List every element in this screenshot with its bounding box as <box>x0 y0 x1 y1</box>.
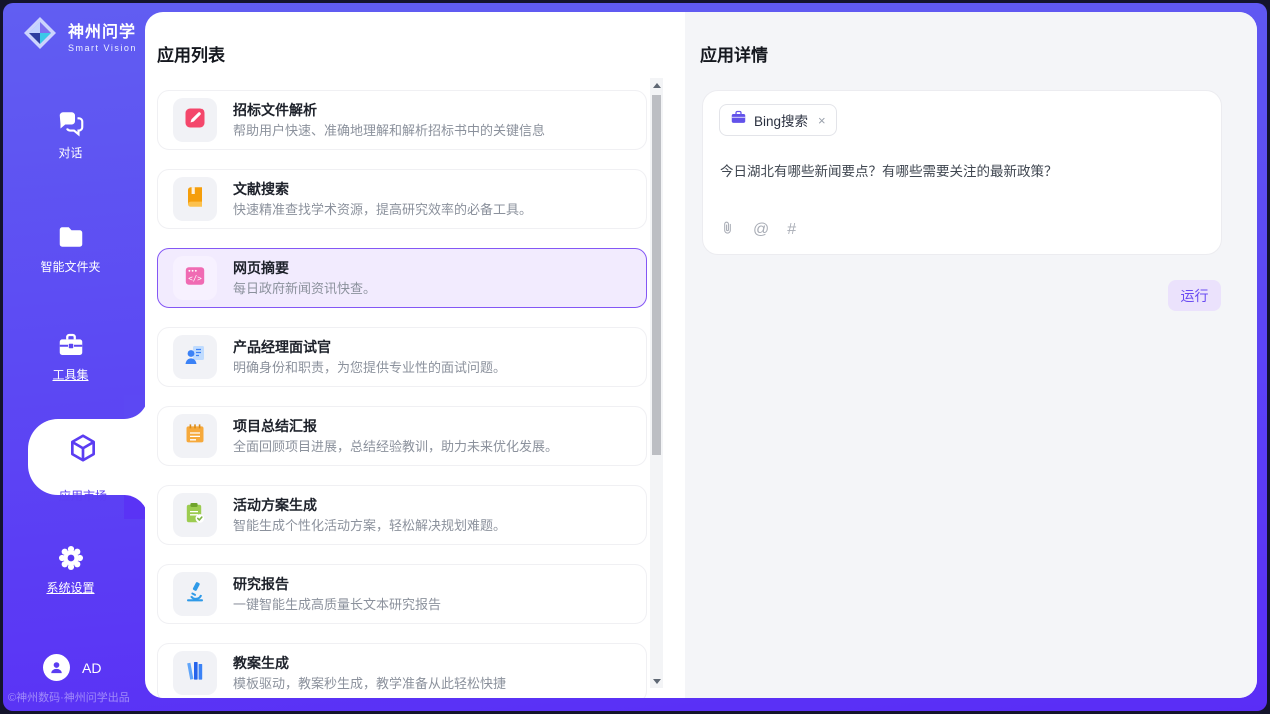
input-toolbar: @ # <box>720 219 796 241</box>
sidebar-item-settings[interactable]: 系统设置 <box>3 543 138 597</box>
app-detail-title: 应用详情 <box>685 12 1257 66</box>
sidebar-item-label: 系统设置 <box>46 579 94 596</box>
app-card-description: 明确身份和职责，为您提供专业性的面试问题。 <box>233 361 506 374</box>
avatar <box>43 654 70 681</box>
paperclip-icon[interactable] <box>720 219 735 241</box>
app-card[interactable]: </> 网页摘要 每日政府新闻资讯快查。 <box>157 248 647 308</box>
app-detail-section: 应用详情 Bing搜索 × 今日湖北有哪些新闻要点？有哪些需要关注的最新政策？ <box>685 12 1257 698</box>
book-icon <box>183 185 207 214</box>
app-card[interactable]: 产品经理面试官 明确身份和职责，为您提供专业性的面试问题。 <box>157 327 647 387</box>
app-window: 神州问学 Smart Vision 对话 智能文件夹 <box>3 3 1267 711</box>
app-card-description: 快速精准查找学术资源，提高研究效率的必备工具。 <box>233 203 532 216</box>
sidebar-item-smart-folder[interactable]: 智能文件夹 <box>3 222 138 276</box>
app-icon-box <box>173 572 217 616</box>
sidebar-item-label: 工具集 <box>52 366 88 383</box>
app-card-description: 帮助用户快速、准确地理解和解析招标书中的关键信息 <box>233 124 545 137</box>
sidebar-item-toolset[interactable]: 工具集 <box>3 330 138 384</box>
app-card[interactable]: 项目总结汇报 全面回顾项目进展，总结经验教训，助力未来优化发展。 <box>157 406 647 466</box>
app-card-title: 教案生成 <box>233 656 506 670</box>
scroll-down-button[interactable] <box>650 674 663 688</box>
app-card[interactable]: 招标文件解析 帮助用户快速、准确地理解和解析招标书中的关键信息 <box>157 90 647 150</box>
app-card-description: 全面回顾项目进展，总结经验教训，助力未来优化发展。 <box>233 440 558 453</box>
scroll-up-button[interactable] <box>650 78 663 92</box>
app-card-description: 一键智能生成高质量长文本研究报告 <box>233 598 441 611</box>
app-icon-box <box>173 651 217 695</box>
brand-logo: 神州问学 Smart Vision <box>20 13 137 58</box>
tool-tag-label: Bing搜索 <box>754 110 808 130</box>
app-card-title: 产品经理面试官 <box>233 340 506 354</box>
main-panel: 应用列表 招标文件解析 帮助用户快速、准确地理解和解析招标书中的关键信息 文献搜… <box>145 12 1257 698</box>
app-card-title: 招标文件解析 <box>233 103 545 117</box>
app-icon-box <box>173 493 217 537</box>
sidebar-item-label: 对话 <box>58 144 82 161</box>
user-initials: AD <box>82 660 101 676</box>
brand-name: 神州问学 <box>68 18 137 42</box>
app-card-list: 招标文件解析 帮助用户快速、准确地理解和解析招标书中的关键信息 文献搜索 快速精… <box>145 90 685 698</box>
sidebar-item-label: 智能文件夹 <box>40 258 100 275</box>
app-card-title: 文献搜索 <box>233 182 532 196</box>
app-card[interactable]: 活动方案生成 智能生成个性化活动方案，轻松解决规划难题。 <box>157 485 647 545</box>
cube-icon <box>28 432 138 464</box>
app-icon-box: </> <box>173 256 217 300</box>
user-account[interactable]: AD <box>43 654 101 681</box>
chat-icon <box>3 108 138 138</box>
app-icon-box <box>173 98 217 142</box>
note-icon <box>183 422 207 451</box>
app-card-description: 智能生成个性化活动方案，轻松解决规划难题。 <box>233 519 506 532</box>
app-card-title: 项目总结汇报 <box>233 419 558 433</box>
list-scrollbar[interactable] <box>650 78 663 688</box>
diamond-logo-icon <box>20 13 60 58</box>
app-icon-box <box>173 177 217 221</box>
app-card-title: 活动方案生成 <box>233 498 506 512</box>
app-card-title: 研究报告 <box>233 577 441 591</box>
app-list-title: 应用列表 <box>145 12 685 66</box>
svg-text:</>: </> <box>188 274 202 283</box>
books-icon <box>183 659 207 688</box>
sidebar-item-label: 应用市场 <box>59 487 107 504</box>
close-icon[interactable]: × <box>818 113 826 128</box>
copyright-text: ©神州数码·神州问学出品 <box>8 689 130 705</box>
at-icon[interactable]: @ <box>753 222 769 238</box>
folder-icon <box>3 222 138 252</box>
tool-tag-bing-search[interactable]: Bing搜索 × <box>719 104 837 136</box>
clipboard-check-icon <box>183 501 207 530</box>
toolbox-icon <box>3 330 138 360</box>
app-card[interactable]: 教案生成 模板驱动，教案秒生成，教学准备从此轻松快捷 <box>157 643 647 698</box>
scrollbar-thumb[interactable] <box>652 95 661 455</box>
run-button[interactable]: 运行 <box>1168 280 1221 311</box>
app-list-section: 应用列表 招标文件解析 帮助用户快速、准确地理解和解析招标书中的关键信息 文献搜… <box>145 12 685 698</box>
query-text[interactable]: 今日湖北有哪些新闻要点？有哪些需要关注的最新政策？ <box>720 160 1205 180</box>
briefcase-icon <box>730 109 747 131</box>
sidebar-item-chat[interactable]: 对话 <box>3 108 138 162</box>
app-card-description: 模板驱动，教案秒生成，教学准备从此轻松快捷 <box>233 677 506 690</box>
interviewer-icon <box>183 343 207 372</box>
app-card[interactable]: 文献搜索 快速精准查找学术资源，提高研究效率的必备工具。 <box>157 169 647 229</box>
app-card-title: 网页摘要 <box>233 261 376 275</box>
hash-icon[interactable]: # <box>787 222 796 238</box>
query-input-card[interactable]: Bing搜索 × 今日湖北有哪些新闻要点？有哪些需要关注的最新政策？ @ # <box>702 90 1222 255</box>
app-icon-box <box>173 335 217 379</box>
sidebar-item-app-market[interactable]: 应用市场 <box>28 419 148 495</box>
app-icon-box <box>173 414 217 458</box>
app-card-description: 每日政府新闻资讯快查。 <box>233 282 376 295</box>
browser-code-icon: </> <box>183 264 207 293</box>
brand-tagline: Smart Vision <box>68 43 137 53</box>
gear-icon <box>3 543 138 573</box>
microscope-icon <box>183 580 207 609</box>
app-card[interactable]: 研究报告 一键智能生成高质量长文本研究报告 <box>157 564 647 624</box>
sidebar: 神州问学 Smart Vision 对话 智能文件夹 <box>3 3 148 711</box>
edit-doc-icon <box>183 106 207 135</box>
